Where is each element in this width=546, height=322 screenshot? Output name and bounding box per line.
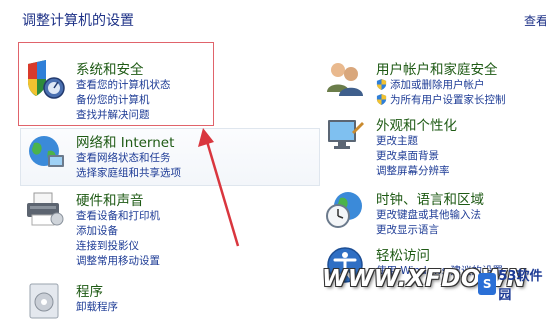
logo-text: 53软件园 [498, 269, 543, 303]
logo-mark: S [478, 273, 497, 295]
site-logo: S 53软件园 [478, 269, 546, 303]
